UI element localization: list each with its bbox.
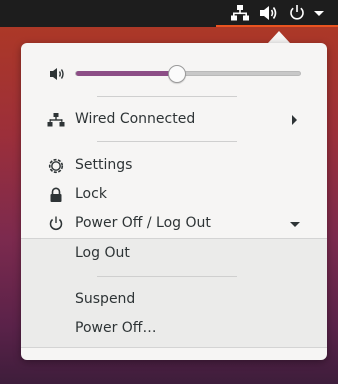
- volume-slider-fill: [76, 71, 175, 76]
- log-out-item[interactable]: Log Out: [21, 240, 327, 268]
- network-wired-icon: [47, 112, 65, 128]
- wired-connected-label: Wired Connected: [75, 111, 196, 127]
- padlock-icon: [47, 187, 65, 203]
- volume-slider-knob[interactable]: [168, 65, 186, 83]
- active-indicator: [216, 25, 338, 27]
- power-submenu: Log Out Suspend Power Off…: [21, 238, 327, 348]
- settings-gear-icon: [47, 158, 65, 174]
- lock-item[interactable]: Lock: [21, 181, 327, 209]
- top-panel: [0, 0, 338, 27]
- power-off-logout-label: Power Off / Log Out: [75, 215, 211, 231]
- speaker-volume-icon: [49, 66, 67, 82]
- chevron-down-icon: [290, 222, 300, 227]
- separator: [97, 141, 237, 142]
- dropdown-arrow-icon[interactable]: [312, 4, 332, 22]
- lock-label: Lock: [75, 186, 107, 202]
- log-out-label: Log Out: [75, 245, 130, 261]
- suspend-label: Suspend: [75, 291, 136, 307]
- volume-slider[interactable]: [75, 71, 301, 76]
- network-wired-icon[interactable]: [230, 4, 250, 22]
- system-menu: Wired Connected Settings Lock Power Off …: [21, 43, 327, 360]
- power-off-label: Power Off…: [75, 320, 157, 336]
- suspend-item[interactable]: Suspend: [21, 286, 327, 314]
- speaker-volume-icon[interactable]: [259, 4, 279, 22]
- wired-connected-item[interactable]: Wired Connected: [21, 106, 327, 134]
- power-icon[interactable]: [287, 4, 307, 22]
- settings-item[interactable]: Settings: [21, 152, 327, 180]
- submenu-arrow-icon: [292, 115, 297, 125]
- power-icon: [47, 216, 65, 232]
- menu-pointer: [268, 31, 290, 43]
- separator: [97, 96, 237, 97]
- power-off-logout-item[interactable]: Power Off / Log Out: [21, 210, 327, 238]
- separator: [97, 276, 237, 277]
- settings-label: Settings: [75, 157, 133, 173]
- power-off-item[interactable]: Power Off…: [21, 315, 327, 343]
